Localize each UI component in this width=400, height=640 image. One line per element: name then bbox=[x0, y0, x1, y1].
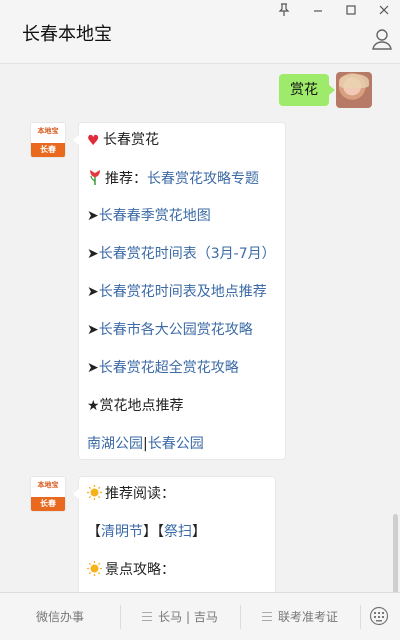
account-avatar-logo-text: 本地宝 bbox=[31, 477, 65, 497]
minimize-icon[interactable] bbox=[307, 3, 329, 21]
user-message-bubble: 赏花 bbox=[279, 74, 335, 106]
arrow-icon: ➤ bbox=[87, 322, 99, 338]
message-bubble-flowers: ♥ 长春赏花 推荐：长春赏花攻略专题 ➤长春春季赏花地图 ➤长春赏花时间表（3月-… bbox=[73, 122, 286, 460]
guide-label: 景点攻略： bbox=[105, 562, 175, 578]
schedule-places-link[interactable]: 长春赏花时间表及地点推荐 bbox=[99, 284, 267, 300]
recommend-prefix: 推荐： bbox=[105, 171, 147, 187]
link-line-2: ➤长春赏花时间表（3月-7月） bbox=[87, 244, 276, 264]
message-heading-line: ♥ 长春赏花 bbox=[87, 130, 159, 150]
title-bar: 长春本地宝 bbox=[0, 0, 400, 64]
account-avatar-city-text: 长春 bbox=[31, 497, 65, 511]
menu-label: 长马 | 吉马 bbox=[158, 610, 218, 624]
recommend-line: 推荐：长春赏花攻略专题 bbox=[87, 168, 259, 188]
chat-title: 长春本地宝 bbox=[22, 24, 112, 45]
qingming-link[interactable]: 清明节 bbox=[101, 524, 143, 540]
pin-icon[interactable] bbox=[273, 3, 295, 21]
menu-marathon[interactable]: 长马 | 吉马 bbox=[121, 593, 239, 640]
account-avatar-logo-text: 本地宝 bbox=[31, 123, 65, 143]
link-line-4: ➤长春市各大公园赏花攻略 bbox=[87, 320, 253, 340]
link-line-3: ➤长春赏花时间表及地点推荐 bbox=[87, 282, 267, 302]
sun-icon bbox=[87, 485, 102, 500]
spring-flower-map-link[interactable]: 长春春季赏花地图 bbox=[99, 208, 211, 224]
maximize-icon[interactable] bbox=[340, 3, 362, 21]
parks-guide-link[interactable]: 长春市各大公园赏花攻略 bbox=[99, 322, 253, 338]
message-heading: 长春赏花 bbox=[103, 132, 159, 148]
bracket-close: 】 bbox=[143, 524, 157, 540]
account-avatar[interactable]: 本地宝 长春 bbox=[30, 476, 66, 512]
submenu-icon bbox=[142, 612, 153, 621]
menu-exam-ticket[interactable]: 联考准考证 bbox=[241, 593, 359, 640]
arrow-icon: ➤ bbox=[87, 284, 99, 300]
chat-scrollbar[interactable] bbox=[393, 514, 398, 592]
link-line-5: ➤长春赏花超全赏花攻略 bbox=[87, 358, 239, 378]
message-bubble-reading: 推荐阅读： 【清明节】【祭扫】 景点攻略： bbox=[73, 476, 276, 606]
arrow-icon: ➤ bbox=[87, 246, 99, 262]
reading-label: 推荐阅读： bbox=[105, 486, 175, 502]
changchun-park-link[interactable]: 长春公园 bbox=[148, 436, 204, 452]
close-icon[interactable] bbox=[373, 3, 395, 21]
menu-divider bbox=[360, 605, 361, 629]
tomb-sweeping-link[interactable]: 祭扫 bbox=[164, 524, 192, 540]
heart-icon: ♥ bbox=[87, 133, 100, 149]
arrow-icon: ➤ bbox=[87, 360, 99, 376]
account-avatar-city-text: 长春 bbox=[31, 143, 65, 157]
link-line-1: ➤长春春季赏花地图 bbox=[87, 206, 211, 226]
submenu-icon bbox=[261, 612, 272, 621]
full-guide-link[interactable]: 长春赏花超全赏花攻略 bbox=[99, 360, 239, 376]
menu-label: 联考准考证 bbox=[277, 610, 338, 624]
user-avatar[interactable] bbox=[336, 72, 372, 108]
bracket-open: 【 bbox=[87, 524, 101, 540]
tulip-icon bbox=[90, 170, 100, 185]
places-heading: ★赏花地点推荐 bbox=[87, 398, 184, 414]
menu-wechat-service[interactable]: 微信办事 bbox=[0, 593, 120, 640]
bracket-close: 】 bbox=[192, 524, 206, 540]
recommend-topic-link[interactable]: 长春赏花攻略专题 bbox=[147, 171, 259, 187]
menu-label: 微信办事 bbox=[35, 610, 84, 624]
arrow-icon: ➤ bbox=[87, 208, 99, 224]
profile-icon[interactable] bbox=[372, 28, 392, 50]
nanhu-park-link[interactable]: 南湖公园 bbox=[87, 436, 143, 452]
keyboard-toggle-icon[interactable] bbox=[369, 606, 389, 626]
bracket-open: 【 bbox=[157, 524, 164, 540]
account-avatar[interactable]: 本地宝 长春 bbox=[30, 122, 66, 158]
parks-line: 南湖公园|长春公园 bbox=[87, 434, 204, 454]
sun-icon bbox=[87, 561, 102, 576]
tags-line: 【清明节】【祭扫】 bbox=[87, 522, 206, 542]
guide-line: 景点攻略： bbox=[87, 560, 175, 580]
flower-schedule-link[interactable]: 长春赏花时间表（3月-7月） bbox=[99, 246, 276, 262]
bottom-menu: 微信办事 长马 | 吉马 联考准考证 bbox=[0, 592, 400, 640]
reading-line: 推荐阅读： bbox=[87, 484, 175, 504]
